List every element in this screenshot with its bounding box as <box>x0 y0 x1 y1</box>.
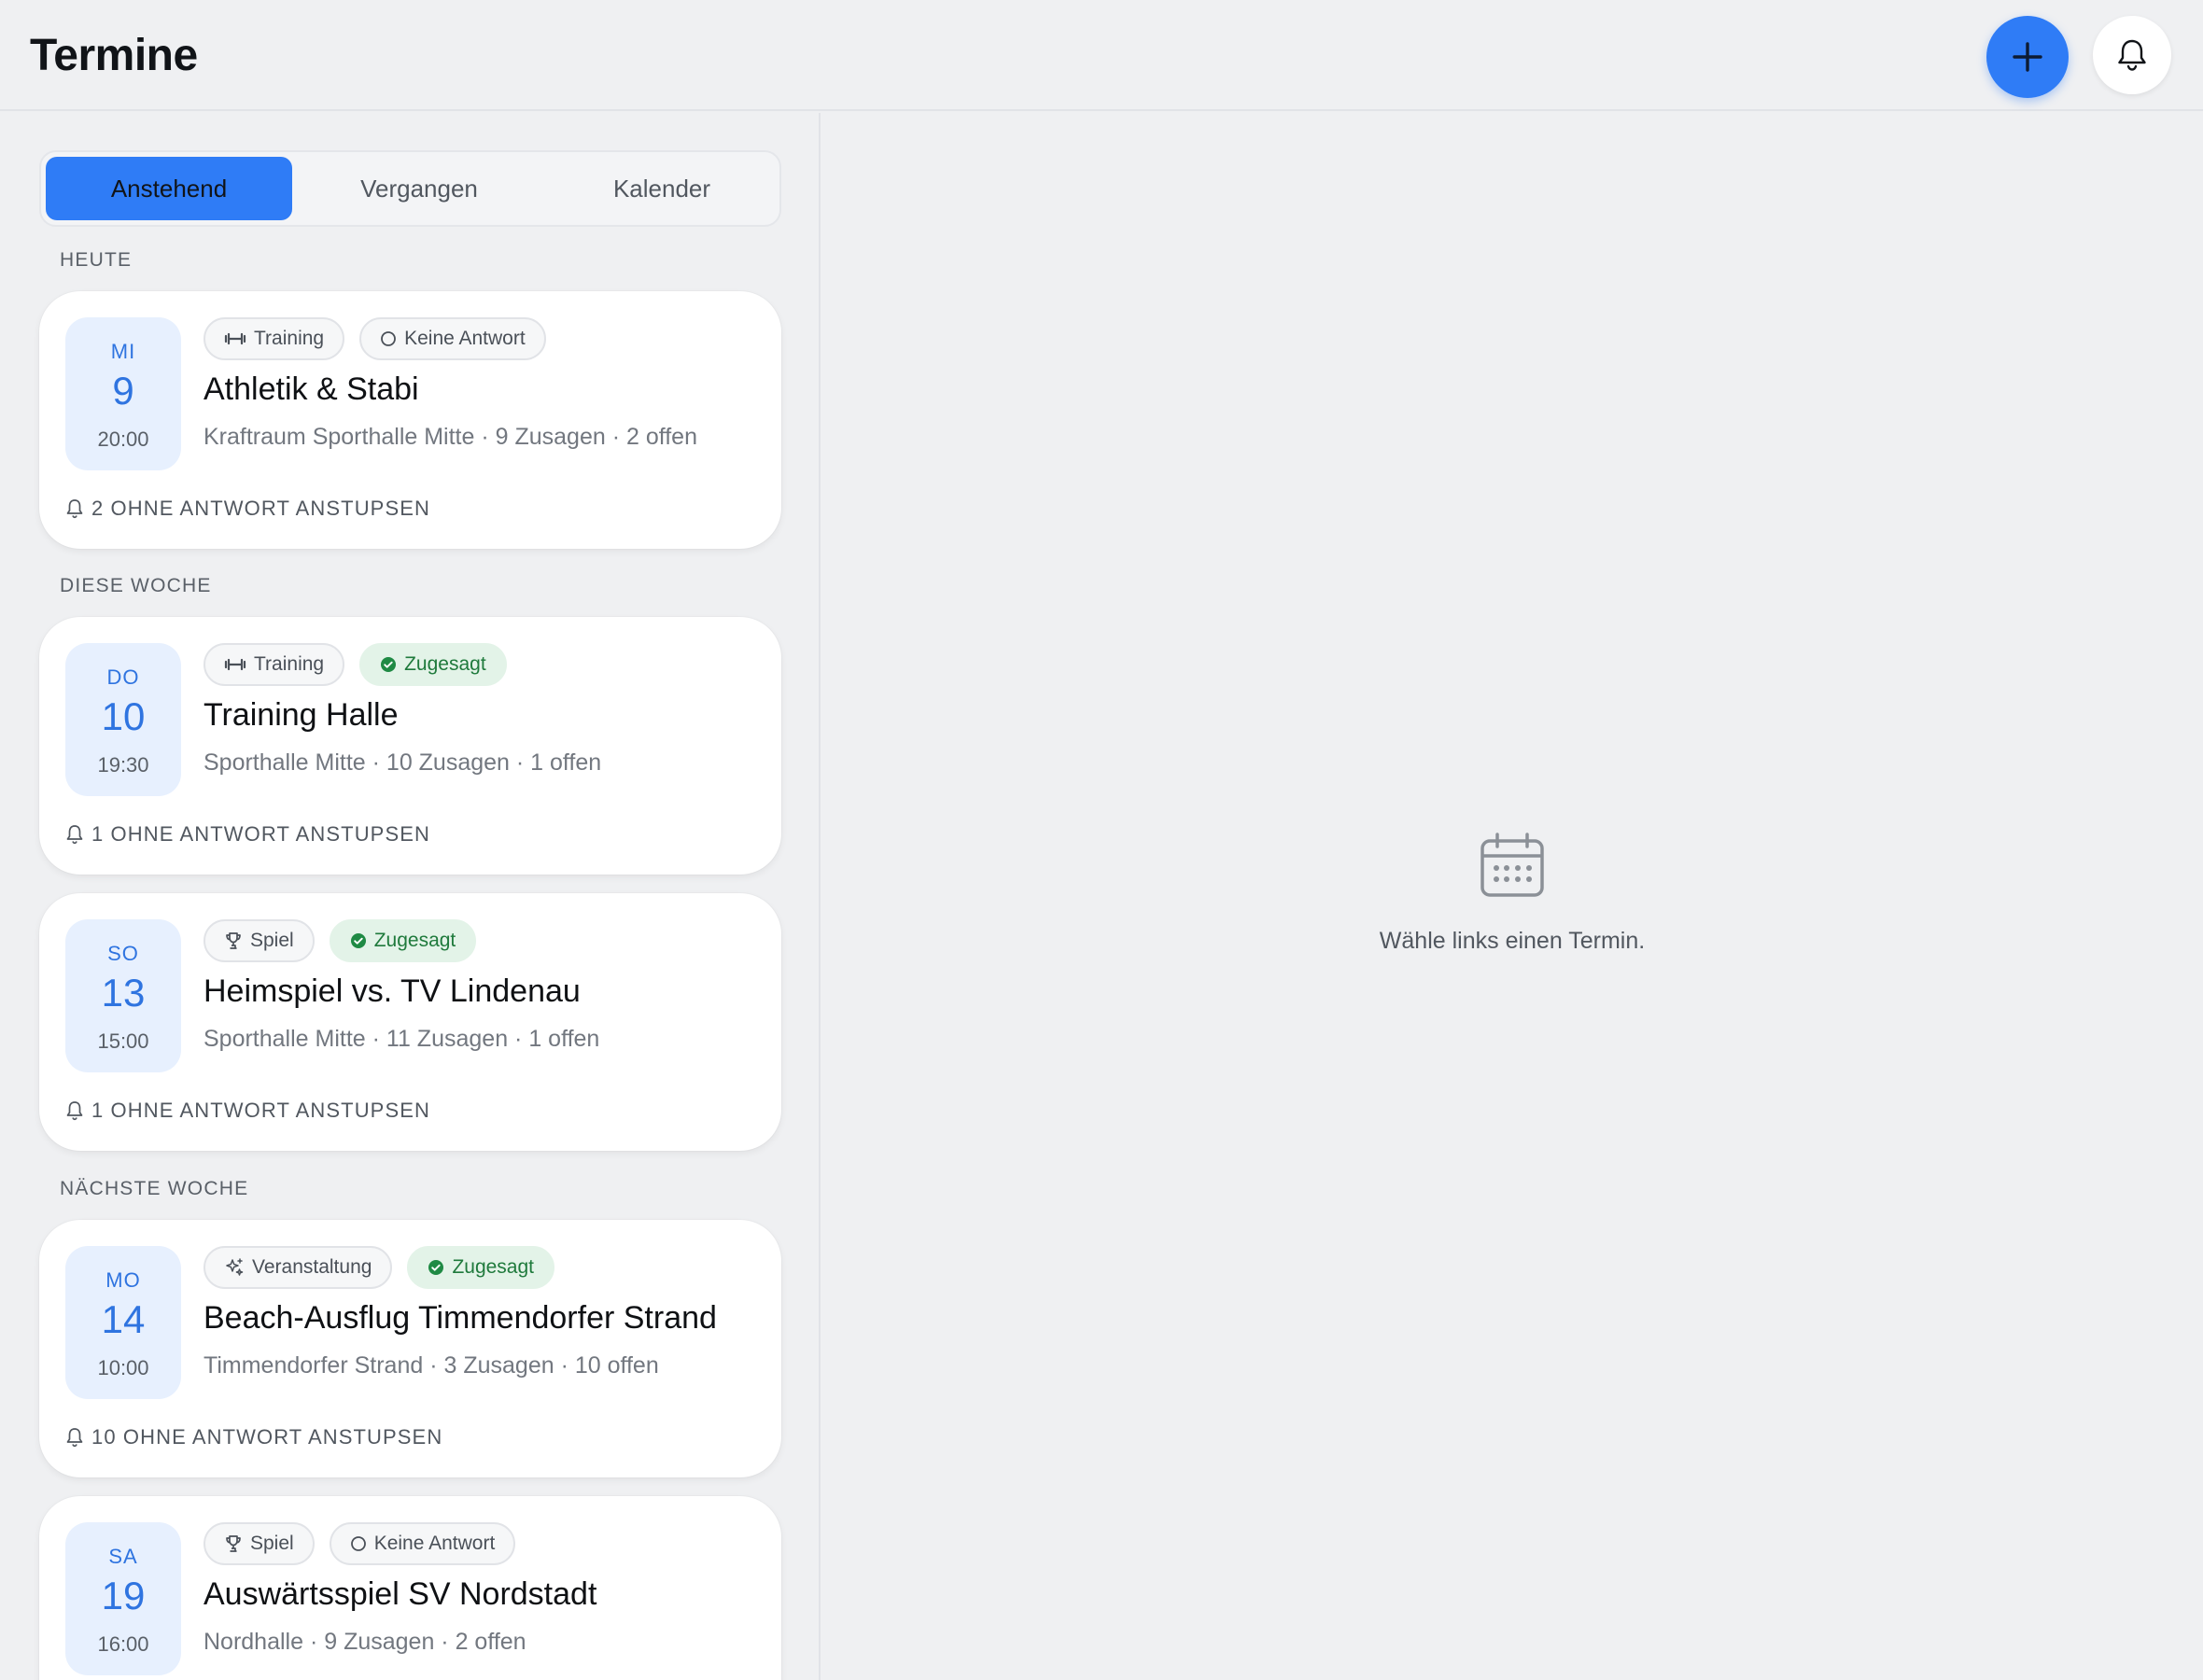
event-time: 10:00 <box>97 1356 149 1379</box>
empty-state: Wähle links einen Termin. <box>1307 831 1718 955</box>
rsvp-status-chip: Keine Antwort <box>359 317 546 360</box>
day-number: 9 <box>112 369 134 413</box>
rsvp-status-chip: Zugesagt <box>359 643 507 686</box>
dumbbell-icon <box>224 658 246 671</box>
calendar-icon <box>1480 833 1544 897</box>
nudge-link[interactable]: 1 OHNE ANTWORT ANSTUPSEN <box>65 1099 430 1123</box>
date-badge: SO 13 15:00 <box>65 919 181 1072</box>
event-title: Training Halle <box>203 697 399 733</box>
dumbbell-icon <box>224 332 246 345</box>
status-label: Keine Antwort <box>404 328 526 349</box>
rsvp-status-chip: Zugesagt <box>407 1246 554 1289</box>
event-card[interactable]: MO 14 10:00 Veranstaltung Zugesagt Beach… <box>39 1220 781 1477</box>
type-chip: Veranstaltung <box>203 1246 393 1289</box>
section-label-diese-woche: DIESE WOCHE <box>60 575 212 596</box>
status-label: Zugesagt <box>373 930 456 951</box>
bell-icon <box>66 499 83 519</box>
date-badge: MO 14 10:00 <box>65 1246 181 1399</box>
weekday: DO <box>106 665 140 689</box>
nudge-label: 10 OHNE ANTWORT ANSTUPSEN <box>91 1425 443 1449</box>
type-chip: Training <box>203 643 345 686</box>
status-label: Zugesagt <box>404 653 486 675</box>
bell-icon <box>66 1101 83 1121</box>
event-card[interactable]: MI 9 20:00 Training Keine Antwort Athlet… <box>39 291 781 549</box>
type-label: Spiel <box>250 1533 294 1554</box>
day-number: 19 <box>101 1574 146 1617</box>
tab-vergangen[interactable]: Vergangen <box>307 157 531 220</box>
notifications-button[interactable] <box>2093 16 2171 94</box>
type-label: Spiel <box>250 930 294 951</box>
nudge-link[interactable]: 10 OHNE ANTWORT ANSTUPSEN <box>65 1425 442 1449</box>
date-badge: SA 19 16:00 <box>65 1522 181 1675</box>
bell-icon <box>2118 39 2146 71</box>
weekday: SA <box>108 1545 138 1568</box>
event-card[interactable]: SA 19 16:00 Spiel Keine Antwort Auswärts… <box>39 1496 781 1680</box>
weekday: MI <box>110 340 136 363</box>
status-label: Keine Antwort <box>373 1533 496 1554</box>
day-number: 13 <box>101 971 146 1015</box>
rsvp-status-chip: Keine Antwort <box>329 1522 516 1565</box>
type-label: Training <box>254 653 325 675</box>
check-circle-icon <box>381 657 397 672</box>
event-time: 16:00 <box>97 1632 149 1656</box>
tab-anstehend[interactable]: Anstehend <box>46 157 292 220</box>
day-number: 10 <box>101 694 146 738</box>
weekday: MO <box>105 1268 141 1292</box>
trophy-icon <box>226 1535 241 1552</box>
event-title: Beach-Ausflug Timmendorfer Strand <box>203 1300 717 1336</box>
sparkles-icon <box>226 1258 244 1276</box>
top-bar: Termine <box>0 0 2203 111</box>
event-subtitle: Sporthalle Mitte · 11 Zusagen · 1 offen <box>203 1026 600 1052</box>
type-chip: Training <box>203 317 345 360</box>
circle-icon <box>350 1536 366 1551</box>
bell-icon <box>66 1428 83 1448</box>
date-badge: DO 10 19:30 <box>65 643 181 796</box>
circle-icon <box>381 331 396 346</box>
nudge-link[interactable]: 1 OHNE ANTWORT ANSTUPSEN <box>65 822 430 847</box>
event-title: Athletik & Stabi <box>203 371 419 407</box>
event-list-panel: Anstehend Vergangen Kalender HEUTE MI 9 … <box>0 113 821 1680</box>
nudge-label: 1 OHNE ANTWORT ANSTUPSEN <box>91 822 430 846</box>
nudge-label: 1 OHNE ANTWORT ANSTUPSEN <box>91 1099 430 1122</box>
event-time: 20:00 <box>97 427 149 451</box>
day-number: 14 <box>101 1297 146 1341</box>
event-card[interactable]: SO 13 15:00 Spiel Zugesagt Heimspiel vs.… <box>39 893 781 1151</box>
plus-icon <box>2013 42 2042 72</box>
date-badge: MI 9 20:00 <box>65 317 181 470</box>
section-label-naechste-woche: NÄCHSTE WOCHE <box>60 1178 249 1199</box>
bell-icon <box>66 825 83 845</box>
event-time: 15:00 <box>97 1029 149 1053</box>
rsvp-status-chip: Zugesagt <box>329 919 477 962</box>
status-label: Zugesagt <box>452 1256 534 1278</box>
nudge-label: 2 OHNE ANTWORT ANSTUPSEN <box>91 497 430 520</box>
type-chip: Spiel <box>203 1522 315 1565</box>
check-circle-icon <box>350 933 366 948</box>
empty-state-text: Wähle links einen Termin. <box>1379 928 1646 954</box>
event-subtitle: Nordhalle · 9 Zusagen · 2 offen <box>203 1629 526 1655</box>
event-subtitle: Kraftraum Sporthalle Mitte · 9 Zusagen ·… <box>203 424 697 450</box>
trophy-icon <box>226 932 241 949</box>
type-chip: Spiel <box>203 919 315 962</box>
event-title: Auswärtsspiel SV Nordstadt <box>203 1576 597 1612</box>
section-label-heute: HEUTE <box>60 249 133 271</box>
event-tabs: Anstehend Vergangen Kalender <box>39 150 781 227</box>
type-label: Training <box>254 328 325 349</box>
check-circle-icon <box>428 1260 444 1275</box>
type-label: Veranstaltung <box>252 1256 372 1278</box>
add-event-button[interactable] <box>1986 16 2069 98</box>
event-subtitle: Sporthalle Mitte · 10 Zusagen · 1 offen <box>203 749 602 776</box>
event-card[interactable]: DO 10 19:30 Training Zugesagt Training H… <box>39 617 781 875</box>
event-subtitle: Timmendorfer Strand · 3 Zusagen · 10 off… <box>203 1352 659 1379</box>
tab-kalender[interactable]: Kalender <box>545 157 779 220</box>
nudge-link[interactable]: 2 OHNE ANTWORT ANSTUPSEN <box>65 497 430 521</box>
weekday: SO <box>107 942 139 965</box>
page-title: Termine <box>30 31 198 80</box>
event-time: 19:30 <box>97 753 149 777</box>
event-title: Heimspiel vs. TV Lindenau <box>203 973 581 1009</box>
